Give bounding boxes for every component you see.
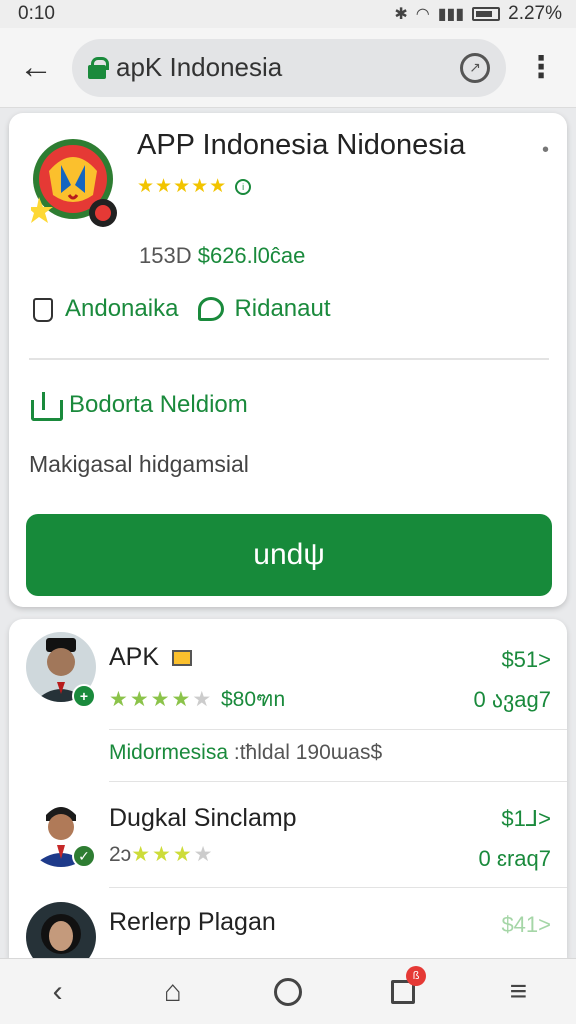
menu-icon[interactable]: ≡	[483, 962, 553, 1022]
info-icon[interactable]: i	[235, 178, 252, 195]
download-button[interactable]: undψ	[26, 514, 552, 596]
stars-full: ★★★★	[109, 688, 193, 711]
chat-bubble-icon	[198, 297, 225, 321]
card-icon	[171, 650, 192, 667]
item-title: APK	[109, 643, 192, 672]
app-price: $626.l0ĉae	[197, 243, 306, 268]
list-item[interactable]: ✓ Dugkal Sinclamp 2ɔ★★★★ $1⅃> 0 ɛraq7	[9, 782, 567, 887]
notification-badge: ß	[406, 965, 427, 986]
verified-badge-icon: ✓	[72, 844, 96, 868]
download-count: 153D	[139, 243, 192, 268]
share-link[interactable]: Bodorta Neldiom	[31, 391, 248, 421]
item-price: $41>	[501, 912, 551, 937]
wifi-icon: ◠	[415, 6, 430, 23]
app-meta: 153D $626.l0ĉae	[139, 243, 305, 269]
item-price: $1⅃>	[501, 806, 551, 831]
list-item[interactable]: Rerlerp Plagan $41>	[9, 888, 567, 959]
avatar	[26, 902, 96, 959]
app-title: APP Indonesia Nidonesia	[137, 129, 466, 161]
lock-icon	[88, 56, 109, 79]
item-meta: 0 ɛraq7	[478, 846, 551, 871]
item-title-text: APK	[109, 643, 160, 671]
stars-dim: ★	[192, 688, 214, 711]
status-bar: 0:10 ✱ ◠ ▮▮▮ 2.27%	[0, 0, 576, 28]
tab-switch-icon[interactable]: ↗	[460, 52, 490, 83]
url-text[interactable]: apK Indonesia	[116, 52, 450, 83]
related-apps-list: + APK ★★★★★ $80ฑn $51> 0 ავag7 Midormesi…	[9, 619, 567, 959]
action-like-label: Andonaika	[65, 295, 179, 322]
stars-full: ★★★	[131, 843, 194, 866]
bluetooth-icon: ✱	[394, 6, 408, 23]
status-icons: ✱ ◠ ▮▮▮ 2.27%	[394, 3, 562, 25]
category-row[interactable]: Midormesisa :tħldal 190ɯas$	[109, 741, 382, 765]
app-logo	[31, 139, 117, 227]
home-icon[interactable]: ⌂	[138, 962, 208, 1022]
item-meta: 0 ავag7	[473, 687, 551, 712]
rating-stars: ★★★★★	[137, 176, 228, 197]
app-detail-card: APP Indonesia Nidonesia • ★★★★★ i 153D $…	[9, 113, 567, 607]
browser-toolbar: ← apK Indonesia ↗ ⋮	[0, 28, 576, 108]
item-title: Rerlerp Plagan	[109, 908, 276, 936]
hand-icon	[31, 296, 55, 322]
list-divider	[109, 729, 567, 730]
action-row: Andonaika Ridanaut	[31, 295, 351, 323]
action-comment[interactable]: Ridanaut	[198, 295, 331, 323]
bottom-navigation: ‹ ⌂ ß ≡	[0, 958, 576, 1024]
overflow-menu-icon[interactable]: ⋮	[506, 28, 576, 108]
battery-level: 2.27%	[508, 3, 562, 24]
status-time: 0:10	[18, 3, 55, 24]
share-icon	[31, 392, 63, 421]
battery-icon	[472, 7, 501, 21]
app-description: Makigasal hidgamsial	[29, 451, 249, 477]
back-arrow-icon[interactable]: ←	[0, 28, 72, 108]
item-price: $51>	[501, 647, 551, 672]
add-badge-icon: +	[72, 684, 96, 708]
stars-dim: ★	[193, 843, 215, 866]
tabs-icon[interactable]: ß	[368, 962, 438, 1022]
action-like[interactable]: Andonaika	[31, 295, 178, 323]
item-stars: ★★★★★ $80ฑn	[109, 683, 285, 716]
nav-back-icon[interactable]: ‹	[23, 962, 93, 1022]
item-stars: 2ɔ★★★★	[109, 842, 215, 867]
nav-circle-icon[interactable]	[253, 962, 323, 1022]
card-more-icon[interactable]: •	[542, 139, 549, 162]
share-label: Bodorta Neldiom	[69, 391, 248, 418]
item-sub: $80ฑn	[220, 688, 286, 711]
stars-prefix: 2ɔ	[109, 843, 132, 866]
list-item[interactable]: + APK ★★★★★ $80ฑn $51> 0 ავag7	[9, 619, 567, 729]
divider	[29, 358, 549, 360]
signal-icon: ▮▮▮	[437, 6, 465, 23]
action-comment-label: Ridanaut	[234, 295, 331, 322]
category-label: Midormesisa	[109, 741, 229, 764]
rating-row: ★★★★★ i	[137, 175, 252, 198]
address-bar[interactable]: apK Indonesia ↗	[72, 38, 506, 97]
item-title: Dugkal Sinclamp	[109, 804, 297, 832]
category-meta: :tħldal 190ɯas$	[233, 741, 383, 764]
